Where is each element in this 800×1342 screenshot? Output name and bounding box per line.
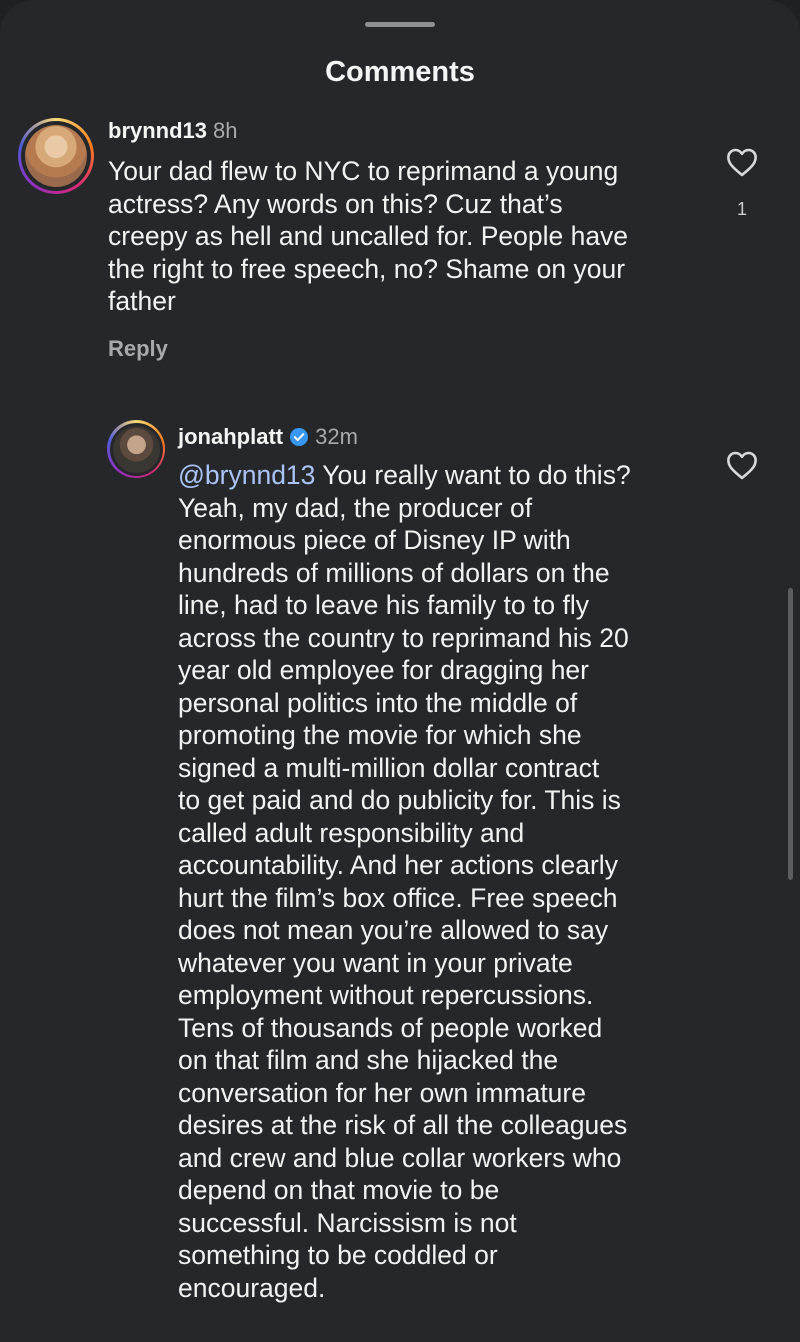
comment-username[interactable]: jonahplatt 32m [178, 424, 358, 450]
verified-badge-icon [290, 428, 309, 446]
avatar[interactable] [107, 420, 165, 478]
comments-sheet: Comments brynnd13 8h Your dad flew to NYC… [0, 0, 800, 1342]
comment-text: @brynnd13 You really want to do this? Ye… [178, 460, 631, 1303]
comment-timestamp: 32m [315, 424, 358, 449]
reply-comment-item: jonahplatt 32m @brynnd13 You really want… [0, 0, 800, 1342]
heart-outline-icon[interactable] [725, 450, 759, 480]
scrollbar[interactable] [788, 588, 793, 880]
profile-photo-icon [112, 425, 160, 473]
mention-link[interactable]: @brynnd13 [178, 460, 315, 490]
